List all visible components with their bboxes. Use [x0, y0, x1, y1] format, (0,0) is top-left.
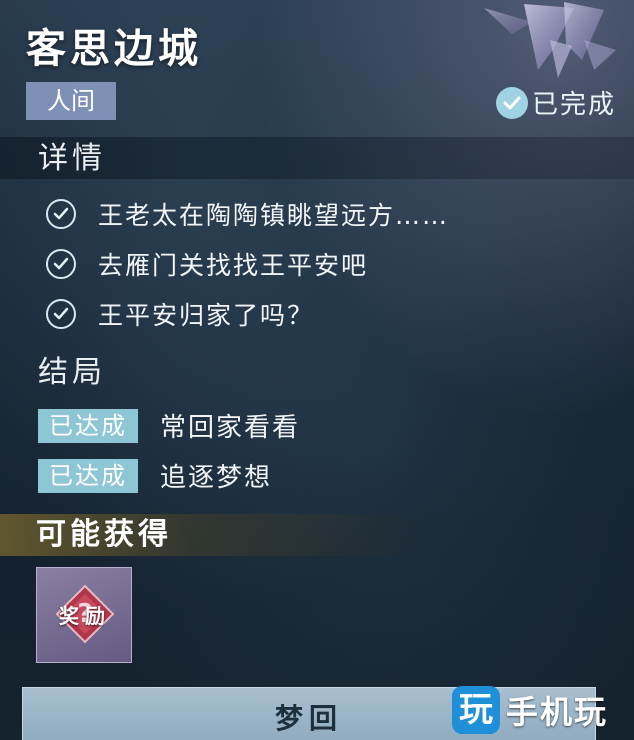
- check-circle-icon: [46, 199, 76, 229]
- watermark-text: 手机玩: [506, 693, 609, 731]
- realm-tag: 人间: [26, 82, 116, 120]
- check-badge-icon: [495, 86, 528, 119]
- details-heading: 详情: [38, 141, 106, 176]
- watermark-logo: 玩: [452, 686, 500, 734]
- reward-item-label: 奖励: [59, 604, 111, 628]
- detail-item: 王老太在陶陶镇眺望远方……: [46, 196, 449, 232]
- completed-status: 已完成: [495, 84, 616, 121]
- detail-text: 王平安归家了吗？: [98, 301, 315, 330]
- check-circle-icon: [46, 249, 76, 279]
- endings-heading: 结局: [38, 355, 106, 390]
- rewards-heading: 可能获得: [36, 517, 172, 552]
- completed-label: 已完成: [531, 90, 616, 120]
- achieved-tag: 已达成: [38, 458, 138, 493]
- detail-item: 去雁门关找找王平安吧: [46, 246, 368, 282]
- ending-item: 已达成 常回家看看: [38, 407, 300, 444]
- reward-item-slot[interactable]: ? 奖励: [36, 567, 132, 663]
- detail-text: 王老太在陶陶镇眺望远方……: [98, 201, 450, 230]
- detail-text: 去雁门关找找王平安吧: [98, 251, 369, 280]
- detail-item: 王平安归家了吗？: [46, 296, 314, 332]
- achieved-tag: 已达成: [38, 408, 138, 443]
- check-circle-icon: [46, 299, 76, 329]
- ending-text: 常回家看看: [160, 413, 301, 443]
- ending-item: 已达成 追逐梦想: [38, 457, 272, 494]
- quest-panel: 客思边城 人间 已完成 详情 王老太在陶陶镇眺望远方…… 去雁门关找找王平安吧 …: [0, 0, 634, 740]
- site-watermark: 玩 手机玩: [452, 680, 624, 740]
- quest-title: 客思边城: [26, 26, 202, 72]
- ending-text: 追逐梦想: [160, 463, 273, 493]
